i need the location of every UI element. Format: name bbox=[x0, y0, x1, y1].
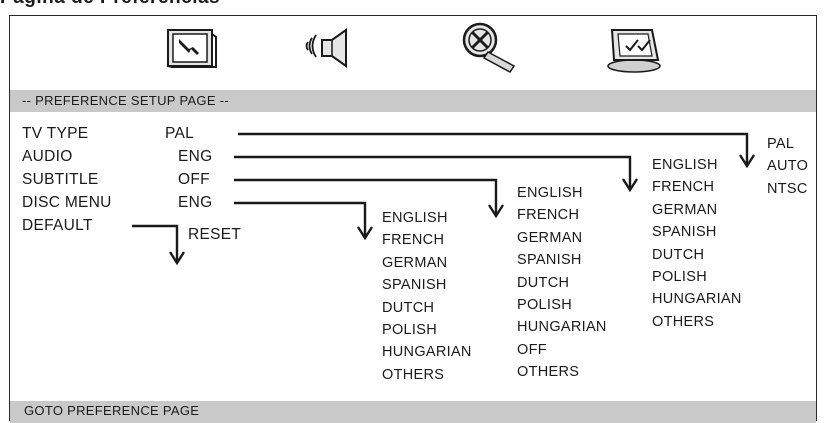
tv-type-option[interactable]: AUTO bbox=[767, 155, 808, 177]
subtitle-option[interactable]: DUTCH bbox=[517, 272, 607, 294]
disc-menu-option[interactable]: OTHERS bbox=[382, 364, 472, 386]
film-reel-icon bbox=[462, 22, 516, 73]
setup-tab-bar bbox=[10, 16, 816, 86]
setting-value-tv-type[interactable]: PAL bbox=[165, 125, 194, 143]
audio-option[interactable]: FRENCH bbox=[652, 176, 742, 198]
setting-label-default[interactable]: DEFAULT bbox=[22, 217, 93, 235]
checklist-screen-icon bbox=[607, 29, 661, 73]
audio-option[interactable]: DUTCH bbox=[652, 244, 742, 266]
subtitle-option[interactable]: OTHERS bbox=[517, 361, 607, 383]
setting-label-subtitle[interactable]: SUBTITLE bbox=[22, 171, 98, 189]
disc-menu-option[interactable]: FRENCH bbox=[382, 229, 472, 251]
setting-value-default[interactable]: RESET bbox=[188, 226, 241, 244]
disc-menu-option[interactable]: ENGLISH bbox=[382, 207, 472, 229]
setting-label-tv-type[interactable]: TV TYPE bbox=[22, 125, 88, 143]
document-heading: Pagina de Preferencias bbox=[0, 0, 220, 9]
audio-option[interactable]: GERMAN bbox=[652, 199, 742, 221]
subtitle-option[interactable]: SPANISH bbox=[517, 249, 607, 271]
disc-menu-option[interactable]: DUTCH bbox=[382, 297, 472, 319]
audio-option[interactable]: ENGLISH bbox=[652, 154, 742, 176]
preference-setup-tab[interactable] bbox=[598, 16, 678, 86]
disc-menu-option[interactable]: POLISH bbox=[382, 319, 472, 341]
audio-setup-tab[interactable] bbox=[302, 16, 382, 86]
subtitle-option[interactable]: FRENCH bbox=[517, 204, 607, 226]
setting-label-audio[interactable]: AUDIO bbox=[22, 148, 73, 166]
audio-options: ENGLISH FRENCH GERMAN SPANISH DUTCH POLI… bbox=[652, 154, 742, 333]
general-setup-tab[interactable] bbox=[158, 16, 238, 86]
audio-option[interactable]: POLISH bbox=[652, 266, 742, 288]
page-header: -- PREFERENCE SETUP PAGE -- bbox=[10, 90, 816, 112]
speaker-icon bbox=[305, 28, 347, 68]
setting-value-disc-menu[interactable]: ENG bbox=[178, 194, 213, 212]
setting-value-subtitle[interactable]: OFF bbox=[178, 171, 210, 189]
subtitle-option[interactable]: OFF bbox=[517, 339, 607, 361]
audio-option[interactable]: HUNGARIAN bbox=[652, 288, 742, 310]
disc-menu-option[interactable]: SPANISH bbox=[382, 274, 472, 296]
disc-menu-option[interactable]: HUNGARIAN bbox=[382, 341, 472, 363]
subtitle-option[interactable]: POLISH bbox=[517, 294, 607, 316]
setting-value-audio[interactable]: ENG bbox=[178, 148, 213, 166]
audio-option[interactable]: SPANISH bbox=[652, 221, 742, 243]
tv-type-options: PAL AUTO NTSC bbox=[767, 133, 808, 200]
audio-option[interactable]: OTHERS bbox=[652, 311, 742, 333]
subtitle-options: ENGLISH FRENCH GERMAN SPANISH DUTCH POLI… bbox=[517, 182, 607, 384]
wrench-screen-icon bbox=[167, 29, 217, 68]
subtitle-option[interactable]: HUNGARIAN bbox=[517, 316, 607, 338]
tv-type-option[interactable]: NTSC bbox=[767, 178, 808, 200]
disc-menu-options: ENGLISH FRENCH GERMAN SPANISH DUTCH POLI… bbox=[382, 207, 472, 386]
status-bar: GOTO PREFERENCE PAGE bbox=[10, 401, 816, 423]
tv-type-option[interactable]: PAL bbox=[767, 133, 808, 155]
video-setup-tab[interactable] bbox=[450, 16, 530, 86]
disc-menu-option[interactable]: GERMAN bbox=[382, 252, 472, 274]
subtitle-option[interactable]: GERMAN bbox=[517, 227, 607, 249]
setting-label-disc-menu[interactable]: DISC MENU bbox=[22, 194, 112, 212]
subtitle-option[interactable]: ENGLISH bbox=[517, 182, 607, 204]
